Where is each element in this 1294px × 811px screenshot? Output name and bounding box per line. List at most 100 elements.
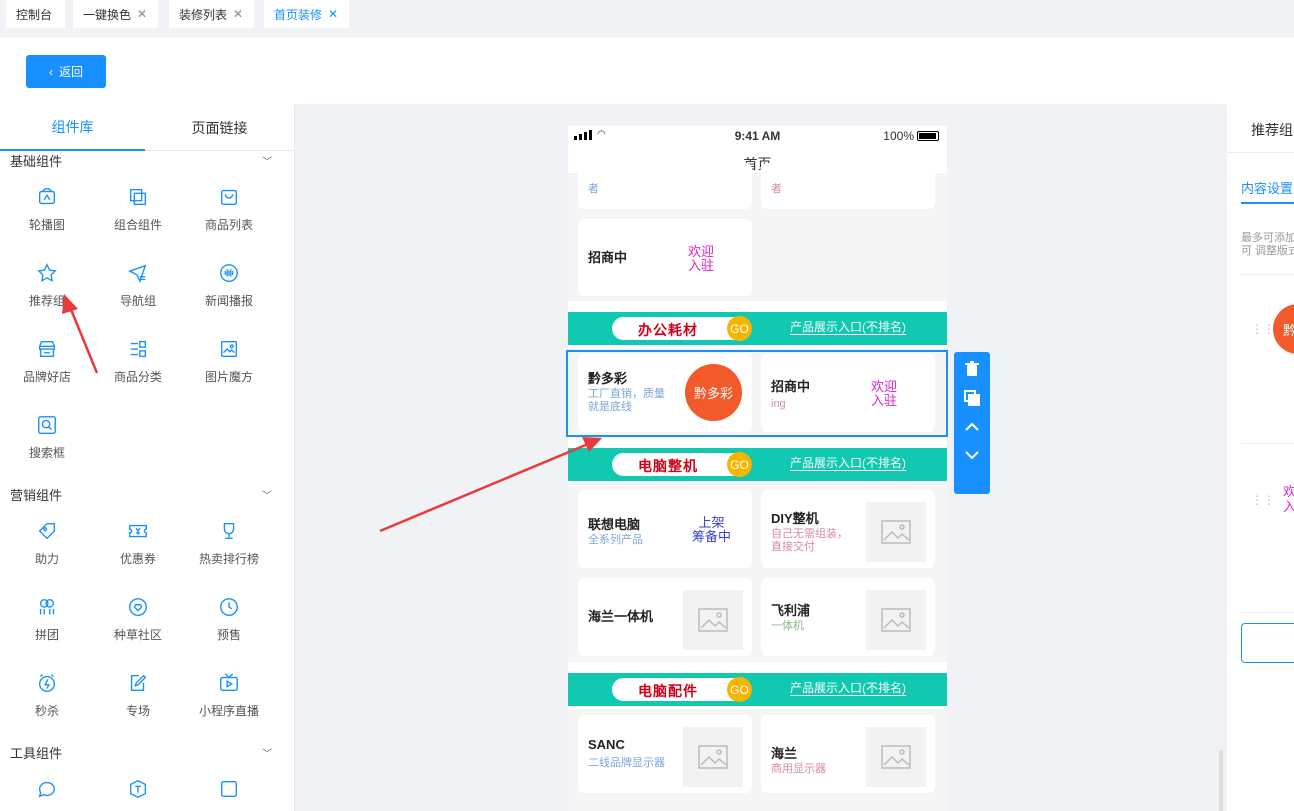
battery-percent: 100%	[883, 129, 914, 143]
chevron-down-icon[interactable]: ﹀	[262, 487, 272, 502]
comp-label: 拼团	[34, 628, 59, 642]
comp-brand-store[interactable]: 品牌好店	[7, 334, 87, 400]
banner-title: 电脑整机	[638, 458, 698, 474]
comp-label: 商品列表	[204, 218, 253, 232]
card-subtitle: 者	[588, 183, 599, 195]
scrollbar[interactable]	[1219, 750, 1223, 811]
tab-bar: 控制台 一键换色 ✕ 装修列表 ✕ 首页装修 ✕	[0, 0, 1294, 38]
comp-label: 新闻播报	[204, 294, 253, 308]
category-banner[interactable]: 电脑整机 GO 产品展示入口(不排名)	[568, 448, 947, 481]
comp-group-buy[interactable]: 拼团	[7, 592, 87, 658]
partial-card-left: 者	[578, 163, 752, 209]
component-toolbar	[954, 352, 990, 494]
group-icon	[7, 592, 87, 622]
recommend-group-partial[interactable]: 者 者 招商中 欢迎 入驻	[568, 163, 947, 301]
comp-product-list[interactable]: 商品列表	[189, 182, 269, 248]
left-tabs: 组件库 页面链接	[0, 104, 294, 151]
carousel-icon	[7, 182, 87, 212]
comp-presale[interactable]: 预售	[189, 592, 269, 658]
comp-coupon[interactable]: 优惠券	[98, 516, 178, 582]
heart-icon	[98, 592, 178, 622]
tab-underline	[1241, 202, 1294, 204]
copy-icon[interactable]	[954, 387, 990, 409]
panel-title: 推荐组	[1251, 122, 1293, 138]
tv-icon	[189, 668, 269, 698]
recommend-group[interactable]: 联想电脑 全系列产品 上架 筹备中 DIY整机 自己无需组装，直接交付 海兰一体…	[568, 484, 947, 662]
banner-link[interactable]: 产品展示入口(不排名)	[790, 321, 906, 335]
edit-icon	[98, 668, 178, 698]
comp-label: 助力	[34, 552, 59, 566]
card-title: DIY整机	[771, 511, 819, 526]
comp-special[interactable]: 专场	[98, 668, 178, 734]
category-banner[interactable]: 电脑配件 GO 产品展示入口(不排名)	[568, 673, 947, 706]
comp-flash-sale[interactable]: 秒杀	[7, 668, 87, 734]
comp-tool-1[interactable]	[7, 774, 87, 804]
image-placeholder-icon	[866, 727, 926, 787]
tab-console[interactable]: 控制台	[6, 0, 65, 28]
close-icon[interactable]: ✕	[328, 7, 338, 21]
recommend-card: SANC 二线品牌显示器	[578, 715, 752, 793]
settings-note: 最多可添加 可 调整版式	[1241, 232, 1294, 257]
divider	[1227, 152, 1294, 153]
arrow-to-selected	[379, 442, 589, 533]
drag-handle-icon[interactable]: ⋮⋮	[1251, 494, 1275, 506]
comp-community[interactable]: 种草社区	[98, 592, 178, 658]
comp-carousel[interactable]: 轮播图	[7, 182, 87, 248]
comp-nav[interactable]: 导航组	[98, 258, 178, 324]
divider	[1241, 612, 1294, 613]
delete-icon[interactable]	[954, 358, 990, 380]
move-down-icon[interactable]	[954, 444, 990, 466]
move-up-icon[interactable]	[954, 416, 990, 438]
comp-news[interactable]: 新闻播报	[189, 258, 269, 324]
recommend-group[interactable]: SANC 二线品牌显示器 海兰 商用显示器	[568, 709, 947, 811]
comp-label: 种草社区	[113, 628, 162, 642]
tab-decor-list[interactable]: 装修列表 ✕	[169, 0, 254, 28]
tab-label: 控制台	[16, 7, 53, 22]
add-item-button[interactable]	[1241, 623, 1294, 663]
back-button[interactable]: ‹ 返回	[26, 55, 106, 88]
drag-handle-icon[interactable]: ⋮⋮	[1251, 323, 1275, 335]
comp-search-box[interactable]: 搜索框	[7, 410, 87, 476]
comp-hot-rank[interactable]: 热卖排行榜	[189, 516, 269, 582]
close-icon[interactable]: ✕	[137, 7, 147, 21]
comp-live[interactable]: 小程序直播	[189, 668, 269, 734]
comp-tool-2[interactable]	[98, 774, 178, 804]
phone-preview: ◠ 9:41 AM 100% 首页 者 者 招商中 欢迎 入驻 办公耗材 GO …	[568, 126, 947, 811]
tab-page-links[interactable]: 页面链接	[147, 104, 292, 151]
comp-tool-3[interactable]	[189, 774, 269, 804]
battery-status: 100%	[883, 129, 939, 143]
comp-assist[interactable]: 助力	[7, 516, 87, 582]
banner-link[interactable]: 产品展示入口(不排名)	[790, 457, 906, 471]
banner-link[interactable]: 产品展示入口(不排名)	[790, 682, 906, 696]
text-icon	[98, 774, 178, 804]
comp-category[interactable]: 商品分类	[98, 334, 178, 400]
card-title: 海兰	[771, 746, 798, 761]
tab-content-settings[interactable]: 内容设置	[1241, 178, 1293, 197]
tab-component-library[interactable]: 组件库	[0, 104, 145, 151]
card-tag: 欢迎 入驻	[688, 244, 715, 273]
tab-label: 首页装修	[274, 7, 323, 22]
frame-icon	[189, 774, 269, 804]
image-placeholder-icon	[683, 727, 743, 787]
comp-combo[interactable]: 组合组件	[98, 182, 178, 248]
chevron-down-icon[interactable]: ﹀	[262, 153, 272, 168]
divider	[1241, 274, 1294, 275]
combo-icon	[98, 182, 178, 212]
go-badge: GO	[727, 316, 752, 341]
item-tag: 欢 入	[1283, 484, 1294, 514]
card-title: SANC	[588, 737, 625, 752]
coupon-icon	[98, 516, 178, 546]
comp-label: 优惠券	[119, 552, 156, 566]
close-icon[interactable]: ✕	[233, 7, 243, 21]
tag-icon	[7, 516, 87, 546]
card-subtitle: 全系列产品	[588, 534, 643, 546]
comp-label: 秒杀	[34, 704, 59, 718]
tab-color[interactable]: 一键换色 ✕	[73, 0, 158, 28]
tab-home-decor[interactable]: 首页装修 ✕	[264, 0, 349, 28]
battery-icon	[917, 131, 939, 141]
chevron-down-icon[interactable]: ﹀	[262, 745, 272, 760]
category-banner[interactable]: 办公耗材 GO 产品展示入口(不排名)	[568, 312, 947, 345]
card-title: 招商中	[588, 250, 628, 265]
comp-image-cube[interactable]: 图片魔方	[189, 334, 269, 400]
comp-recommend[interactable]: 推荐组	[7, 258, 87, 324]
